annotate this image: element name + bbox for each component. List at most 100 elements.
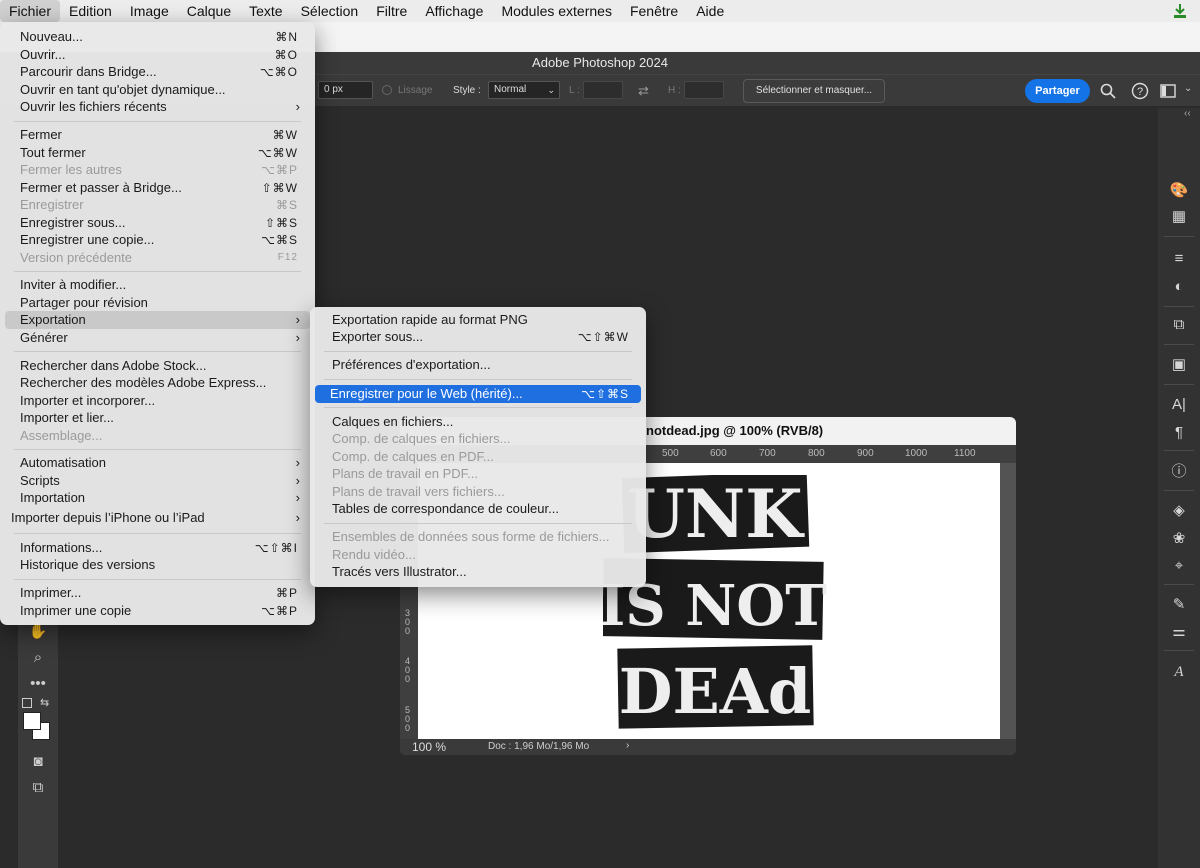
- menu-item-scripts[interactable]: Scripts ›: [5, 472, 310, 490]
- menu-item-importer-incorporer[interactable]: Importer et incorporer...: [5, 392, 310, 410]
- menu-aide[interactable]: Aide: [687, 0, 733, 22]
- menu-item-importer-lier[interactable]: Importer et lier...: [5, 409, 310, 427]
- menu-edition[interactable]: Edition: [60, 0, 121, 22]
- chevron-down-icon[interactable]: ⌄: [1184, 83, 1192, 94]
- menu-item-version-precedente[interactable]: Version précédente F12: [5, 249, 310, 267]
- contrast-icon[interactable]: ◐: [1168, 276, 1190, 298]
- menu-item-plans-travail-pdf[interactable]: Plans de travail en PDF...: [317, 465, 641, 483]
- menu-item-tout-fermer[interactable]: Tout fermer ⌥⌘W: [5, 144, 310, 162]
- character-icon[interactable]: A|: [1168, 394, 1190, 416]
- menu-item-tables-correspondance[interactable]: Tables de correspondance de couleur...: [317, 500, 641, 518]
- glyphs-icon[interactable]: A: [1168, 661, 1190, 683]
- adjustments-icon[interactable]: ≡: [1168, 248, 1190, 270]
- swap-colors-icon[interactable]: ⇆: [40, 696, 49, 709]
- select-and-mask-button[interactable]: Sélectionner et masquer...: [743, 79, 885, 103]
- menu-item-comp-calques-pdf[interactable]: Comp. de calques en PDF...: [317, 448, 641, 466]
- ruler-tick: 900: [857, 448, 874, 459]
- menu-item-enregistrer-web[interactable]: Enregistrer pour le Web (hérité)... ⌥⇧⌘S: [315, 385, 641, 403]
- menu-filtre[interactable]: Filtre: [367, 0, 416, 22]
- style-select-value: Normal: [494, 84, 527, 95]
- workspace-icon[interactable]: [1160, 83, 1176, 99]
- share-button[interactable]: Partager: [1025, 79, 1090, 103]
- paths-icon[interactable]: ⌖: [1168, 555, 1190, 577]
- menu-item-rendu-video[interactable]: Rendu vidéo...: [317, 546, 641, 564]
- height-input[interactable]: [684, 81, 724, 99]
- menu-item-modeles-express[interactable]: Rechercher des modèles Adobe Express...: [5, 374, 310, 392]
- history-icon[interactable]: ⧉: [1168, 314, 1190, 336]
- feather-input[interactable]: 0 px: [318, 81, 373, 99]
- menu-item-plans-travail-fichiers[interactable]: Plans de travail vers fichiers...: [317, 483, 641, 501]
- menu-selection[interactable]: Sélection: [292, 0, 368, 22]
- hand-icon[interactable]: ✋: [27, 622, 49, 642]
- style-select[interactable]: Normal ⌄: [488, 81, 560, 99]
- layers-icon[interactable]: ◈: [1168, 500, 1190, 522]
- info-icon[interactable]: ⓘ: [1168, 461, 1190, 483]
- screen-mode-icon[interactable]: ⧉: [27, 778, 49, 798]
- menu-fenetre[interactable]: Fenêtre: [621, 0, 687, 22]
- menu-modules-externes[interactable]: Modules externes: [492, 0, 621, 22]
- menu-item-enregistrer-sous[interactable]: Enregistrer sous... ⇧⌘S: [5, 214, 310, 232]
- menu-item-ouvrir-objet-dynamique[interactable]: Ouvrir en tant qu'objet dynamique...: [5, 81, 310, 99]
- menu-item-comp-calques-fichiers[interactable]: Comp. de calques en fichiers...: [317, 430, 641, 448]
- menu-item-adobe-stock[interactable]: Rechercher dans Adobe Stock...: [5, 357, 310, 375]
- menu-item-ensembles-donnees[interactable]: Ensembles de données sous forme de fichi…: [317, 528, 641, 546]
- download-icon[interactable]: [1172, 3, 1188, 19]
- menu-item-inviter-modifier[interactable]: Inviter à modifier...: [5, 276, 310, 294]
- menu-item-fermer-bridge[interactable]: Fermer et passer à Bridge... ⇧⌘W: [5, 179, 310, 197]
- search-icon[interactable]: [1100, 83, 1116, 99]
- menu-item-nouveau[interactable]: Nouveau... ⌘N: [5, 28, 310, 46]
- more-tools-icon[interactable]: •••: [27, 674, 49, 694]
- menu-item-preferences-export[interactable]: Préférences d'exportation...: [317, 356, 641, 374]
- help-icon[interactable]: ?: [1131, 82, 1149, 100]
- chevron-right-icon[interactable]: ›: [626, 740, 629, 751]
- menu-item-export-png[interactable]: Exportation rapide au format PNG: [317, 311, 641, 329]
- menu-item-informations[interactable]: Informations... ⌥⇧⌘I: [5, 539, 310, 557]
- swatches-icon[interactable]: ▦: [1168, 206, 1190, 228]
- menu-item-imprimer-copie[interactable]: Imprimer une copie ⌥⌘P: [5, 602, 310, 620]
- ruler-tick: 5 0 0: [405, 705, 411, 733]
- export-submenu: Exportation rapide au format PNG Exporte…: [310, 307, 646, 587]
- paragraph-icon[interactable]: ¶: [1168, 422, 1190, 444]
- menu-fichier[interactable]: Fichier: [0, 0, 61, 22]
- smoothing-checkbox[interactable]: [382, 85, 392, 95]
- svg-text:?: ?: [1137, 86, 1143, 98]
- menu-item-fermer-autres[interactable]: Fermer les autres ⌥⌘P: [5, 161, 310, 179]
- artwork-line-3: DEAd: [619, 655, 811, 728]
- swap-icon[interactable]: ⇄: [638, 83, 649, 99]
- menu-item-importation[interactable]: Importation ›: [5, 489, 310, 507]
- zoom-level[interactable]: 100 %: [412, 740, 446, 754]
- menu-image[interactable]: Image: [121, 0, 178, 22]
- default-colors-icon[interactable]: [22, 698, 32, 708]
- menu-item-fichiers-recents[interactable]: Ouvrir les fichiers récents ›: [5, 98, 310, 116]
- style-label: Style :: [453, 85, 481, 96]
- menu-item-ouvrir[interactable]: Ouvrir... ⌘O: [5, 46, 310, 64]
- brush-icon[interactable]: ✎: [1168, 594, 1190, 616]
- menu-item-traces-illustrator[interactable]: Tracés vers Illustrator...: [317, 563, 641, 581]
- channels-icon[interactable]: ❀: [1168, 528, 1190, 550]
- foreground-color-swatch[interactable]: [23, 712, 41, 730]
- palette-icon[interactable]: 🎨: [1168, 180, 1190, 202]
- zoom-icon[interactable]: ⌕: [27, 648, 49, 668]
- collapse-icon[interactable]: ‹‹: [1184, 108, 1191, 119]
- menu-item-exportation[interactable]: Exportation ›: [5, 311, 310, 329]
- menu-item-enregistrer[interactable]: Enregistrer ⌘S: [5, 196, 310, 214]
- quick-mask-icon[interactable]: ◙: [27, 752, 49, 772]
- menu-item-parcourir-bridge[interactable]: Parcourir dans Bridge... ⌥⌘O: [5, 63, 310, 81]
- menu-item-calques-fichiers[interactable]: Calques en fichiers...: [317, 413, 641, 431]
- menu-item-historique-versions[interactable]: Historique des versions: [5, 556, 310, 574]
- menu-calque[interactable]: Calque: [178, 0, 240, 22]
- libraries-icon[interactable]: ▣: [1168, 354, 1190, 376]
- menu-item-enregistrer-copie[interactable]: Enregistrer une copie... ⌥⌘S: [5, 231, 310, 249]
- menu-item-assemblage[interactable]: Assemblage...: [5, 427, 310, 445]
- menu-texte[interactable]: Texte: [240, 0, 291, 22]
- menu-item-generer[interactable]: Générer ›: [5, 329, 310, 347]
- menu-item-automatisation[interactable]: Automatisation ›: [5, 454, 310, 472]
- width-input[interactable]: [583, 81, 623, 99]
- menu-affichage[interactable]: Affichage: [416, 0, 492, 22]
- menu-item-exporter-sous[interactable]: Exporter sous... ⌥⇧⌘W: [317, 328, 641, 346]
- menu-item-imprimer[interactable]: Imprimer... ⌘P: [5, 584, 310, 602]
- menu-item-partager-revision[interactable]: Partager pour révision: [5, 294, 310, 312]
- menu-item-fermer[interactable]: Fermer ⌘W: [5, 126, 310, 144]
- brush-settings-icon[interactable]: ⚌: [1168, 621, 1190, 643]
- menu-item-importer-iphone[interactable]: Importer depuis l’iPhone ou l’iPad ›: [5, 509, 310, 527]
